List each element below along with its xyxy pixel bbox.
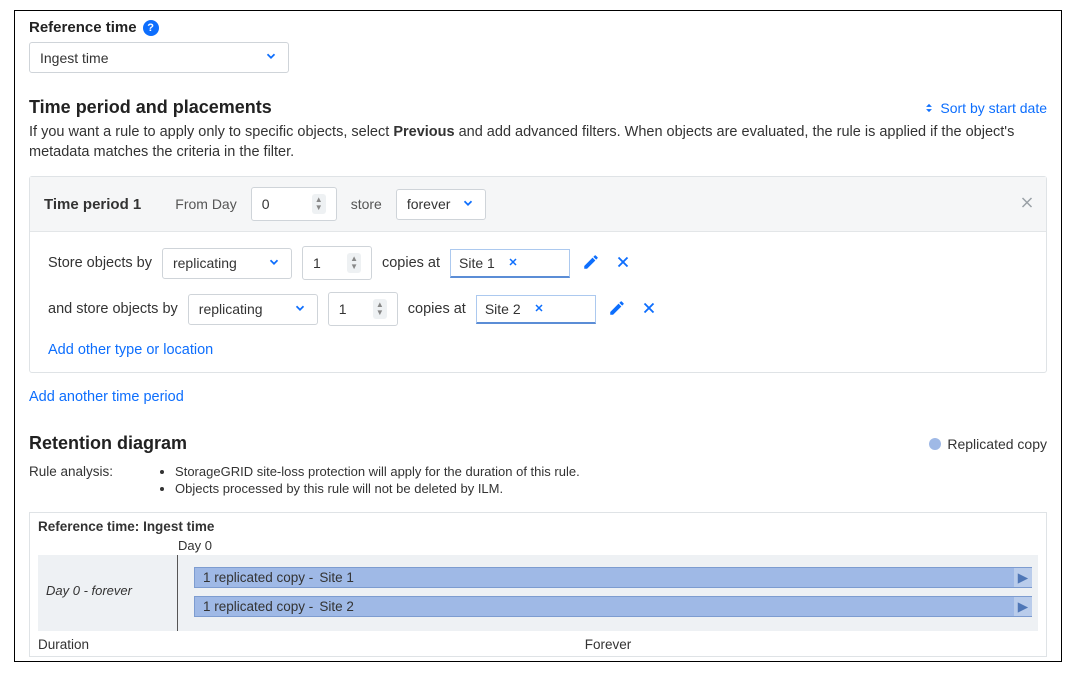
stepper-icon[interactable]: ▲▼ bbox=[312, 194, 326, 214]
placement-row: Store objects by replicating 1 ▲▼ copies… bbox=[48, 246, 1028, 280]
retention-diagram: Reference time: Ingest time Day 0 Day 0 … bbox=[29, 512, 1047, 657]
from-day-label: From Day bbox=[175, 196, 236, 212]
chevron-down-icon bbox=[461, 196, 475, 213]
stepper-icon[interactable]: ▲▼ bbox=[373, 299, 387, 319]
placement-row: and store objects by replicating 1 ▲▼ co… bbox=[48, 292, 1028, 326]
add-location-link[interactable]: Add other type or location bbox=[48, 342, 213, 358]
store-duration-select[interactable]: forever bbox=[396, 189, 486, 220]
edit-placement-button[interactable] bbox=[580, 251, 602, 276]
forever-label: Forever bbox=[178, 637, 1038, 652]
arrow-right-icon: ▶ bbox=[1014, 597, 1032, 616]
add-time-period-link[interactable]: Add another time period bbox=[29, 389, 184, 405]
remove-site-icon[interactable] bbox=[533, 301, 545, 317]
sort-icon bbox=[922, 101, 936, 115]
rule-analysis-label: Rule analysis: bbox=[29, 464, 113, 498]
help-icon[interactable]: ? bbox=[143, 20, 159, 36]
from-day-input[interactable]: 0 ▲▼ bbox=[251, 187, 337, 221]
duration-row: Duration Forever bbox=[38, 637, 1038, 652]
reference-time-value: Ingest time bbox=[40, 50, 108, 66]
time-period-card: Time period 1 From Day 0 ▲▼ store foreve… bbox=[29, 176, 1047, 373]
replication-method-select[interactable]: replicating bbox=[162, 248, 292, 279]
chevron-down-icon bbox=[264, 49, 278, 66]
store-label: store bbox=[351, 196, 382, 212]
remove-placement-button[interactable] bbox=[612, 251, 634, 276]
store-value: forever bbox=[407, 196, 451, 212]
rule-analysis-list: StorageGRID site-loss protection will ap… bbox=[159, 464, 580, 498]
placements-description: If you want a rule to apply only to spec… bbox=[29, 122, 1047, 162]
retention-bar: 1 replicated copy - Site 1 ▶ bbox=[194, 567, 1032, 588]
analysis-item: StorageGRID site-loss protection will ap… bbox=[175, 464, 580, 479]
legend-dot-icon bbox=[929, 438, 941, 450]
time-period-title: Time period 1 bbox=[44, 196, 141, 213]
time-period-heading: Time period and placements bbox=[29, 97, 272, 118]
site-chip[interactable]: Site 2 bbox=[476, 295, 596, 324]
copies-value: 1 bbox=[313, 255, 321, 271]
day-zero-label: Day 0 bbox=[178, 538, 1038, 553]
desc-pre: If you want a rule to apply only to spec… bbox=[29, 124, 393, 140]
from-day-value: 0 bbox=[262, 196, 270, 212]
remove-placement-button[interactable] bbox=[638, 297, 660, 322]
legend-text: Replicated copy bbox=[947, 436, 1047, 452]
ref-time-label: Reference time: bbox=[38, 519, 139, 534]
site-chip[interactable]: Site 1 bbox=[450, 249, 570, 278]
edit-placement-button[interactable] bbox=[606, 297, 628, 322]
method-value: replicating bbox=[173, 255, 237, 271]
diagram-bars: 1 replicated copy - Site 1 ▶ 1 replicate… bbox=[178, 555, 1038, 631]
replication-method-select[interactable]: replicating bbox=[188, 294, 318, 325]
retention-heading: Retention diagram bbox=[29, 433, 187, 454]
placement-body: Store objects by replicating 1 ▲▼ copies… bbox=[30, 232, 1046, 372]
site-name: Site 1 bbox=[459, 255, 495, 271]
and-store-objects-by-label: and store objects by bbox=[48, 301, 178, 317]
stepper-icon[interactable]: ▲▼ bbox=[347, 253, 361, 273]
range-label: Day 0 - forever bbox=[38, 555, 178, 631]
duration-label: Duration bbox=[38, 637, 178, 652]
copies-input[interactable]: 1 ▲▼ bbox=[302, 246, 372, 280]
sort-link-text: Sort by start date bbox=[940, 100, 1047, 116]
bar-site: Site 1 bbox=[319, 570, 354, 585]
store-objects-by-label: Store objects by bbox=[48, 255, 152, 271]
ref-time-value: Ingest time bbox=[143, 519, 214, 534]
bar-text: 1 replicated copy - bbox=[203, 570, 313, 585]
sort-by-start-date-link[interactable]: Sort by start date bbox=[922, 100, 1047, 116]
site-name: Site 2 bbox=[485, 301, 521, 317]
remove-site-icon[interactable] bbox=[507, 255, 519, 271]
bar-text: 1 replicated copy - bbox=[203, 599, 313, 614]
copies-at-label: copies at bbox=[382, 255, 440, 271]
chevron-down-icon bbox=[267, 255, 281, 272]
diagram-reference-time: Reference time: Ingest time bbox=[38, 519, 1038, 534]
copies-value: 1 bbox=[339, 301, 347, 317]
reference-time-text: Reference time bbox=[29, 19, 137, 36]
arrow-right-icon: ▶ bbox=[1014, 568, 1032, 587]
bar-site: Site 2 bbox=[319, 599, 354, 614]
analysis-item: Objects processed by this rule will not … bbox=[175, 481, 580, 496]
reference-time-label: Reference time ? bbox=[29, 19, 1047, 36]
method-value: replicating bbox=[199, 301, 263, 317]
copies-input[interactable]: 1 ▲▼ bbox=[328, 292, 398, 326]
retention-bar: 1 replicated copy - Site 2 ▶ bbox=[194, 596, 1032, 617]
time-period-header: Time period 1 From Day 0 ▲▼ store foreve… bbox=[30, 177, 1046, 232]
legend-replicated-copy: Replicated copy bbox=[929, 436, 1047, 452]
copies-at-label: copies at bbox=[408, 301, 466, 317]
reference-time-select[interactable]: Ingest time bbox=[29, 42, 289, 73]
desc-bold: Previous bbox=[393, 124, 454, 140]
rule-analysis: Rule analysis: StorageGRID site-loss pro… bbox=[29, 464, 1047, 498]
remove-period-button[interactable] bbox=[1018, 194, 1036, 215]
chevron-down-icon bbox=[293, 301, 307, 318]
